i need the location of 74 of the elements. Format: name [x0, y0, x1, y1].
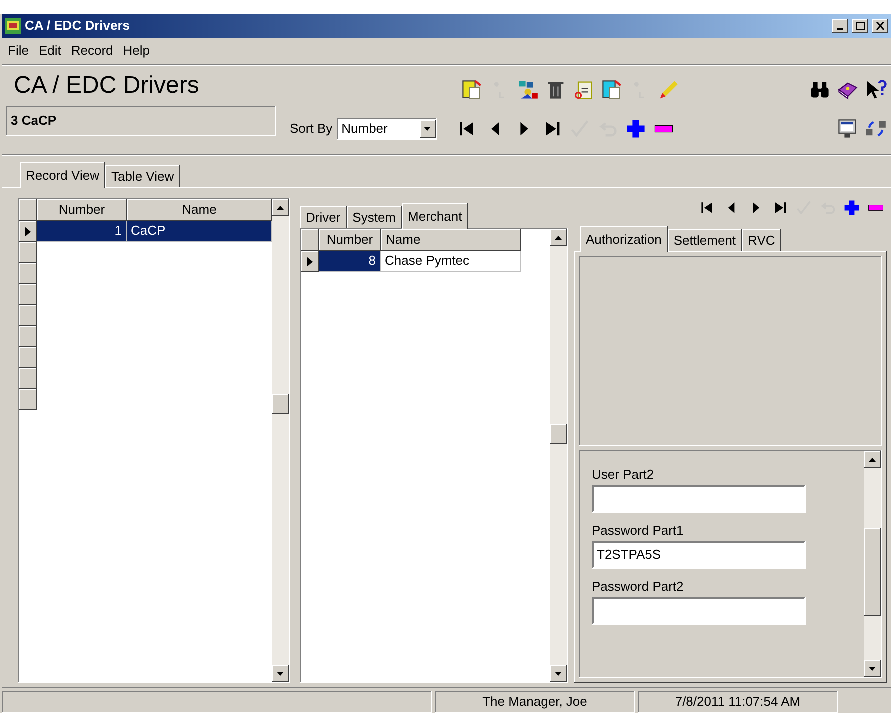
network-icon[interactable]: [517, 79, 539, 101]
close-icon: [876, 22, 884, 30]
status-panel: 7/8/2011 11:07:54 AM: [638, 691, 838, 713]
scroll-thumb[interactable]: [550, 424, 567, 444]
field-label: User Part2: [592, 466, 656, 484]
sort-dropdown[interactable]: Number: [336, 118, 437, 140]
minimize-button[interactable]: [832, 19, 848, 33]
input-field[interactable]: T2STPA5S: [592, 541, 806, 569]
scroll-up-button[interactable]: [550, 229, 567, 246]
column-header[interactable]: Name: [381, 229, 521, 251]
row-selector[interactable]: [19, 326, 37, 347]
close-button[interactable]: [872, 19, 888, 33]
document-icon[interactable]: [461, 79, 483, 101]
table-cell: 8: [319, 251, 381, 272]
plus-icon[interactable]: [843, 199, 861, 217]
down-arrow-icon: [424, 127, 432, 131]
monitor-icon[interactable]: [837, 118, 859, 140]
scroll-thumb[interactable]: [272, 394, 289, 414]
tab[interactable]: Settlement: [668, 229, 742, 251]
down-arrow-icon: [869, 666, 876, 670]
scroll-up-button[interactable]: [272, 199, 289, 216]
document-copy-icon[interactable]: [601, 79, 623, 101]
field-label: Password Part2: [592, 578, 685, 596]
table-cell: 1: [37, 221, 127, 242]
field-label: Password Part1: [592, 522, 685, 540]
row-selector[interactable]: [19, 221, 37, 242]
table-cell: Chase Pymtec: [381, 251, 521, 272]
tab[interactable]: System: [346, 206, 402, 228]
scroll-down-button[interactable]: [550, 665, 567, 682]
tab[interactable]: Merchant: [402, 203, 468, 229]
menu-item[interactable]: File: [8, 41, 29, 61]
row-selector[interactable]: [19, 284, 37, 305]
form-title: CA / EDC Drivers: [13, 71, 200, 101]
menu-item[interactable]: Record: [71, 41, 114, 61]
current-record-display: 3 CaCP: [6, 106, 276, 136]
input-field[interactable]: [592, 485, 806, 513]
column-header[interactable]: Name: [127, 199, 272, 221]
sort-label: Sort By: [290, 120, 333, 138]
scroll-down-button[interactable]: [272, 665, 289, 682]
clipboard-icon[interactable]: [573, 79, 595, 101]
table-cell: CaCP: [127, 221, 272, 242]
plus-icon[interactable]: [624, 118, 647, 140]
down-arrow-icon: [277, 672, 284, 676]
app-icon: [5, 18, 21, 34]
status-panel: The Manager, Joe: [435, 691, 635, 713]
maximize-icon: [856, 22, 864, 30]
row-selector[interactable]: [19, 389, 37, 410]
row-selector[interactable]: [19, 368, 37, 389]
dropdown-button[interactable]: [420, 120, 436, 138]
tab[interactable]: Authorization: [580, 226, 668, 252]
column-header[interactable]: Number: [37, 199, 127, 221]
down-arrow-icon: [555, 672, 562, 676]
scroll-thumb[interactable]: [864, 528, 881, 616]
row-selector[interactable]: [301, 251, 319, 272]
up-arrow-icon: [277, 206, 284, 210]
row-selector[interactable]: [19, 263, 37, 284]
row-selector[interactable]: [19, 347, 37, 368]
menu-item[interactable]: Help: [123, 41, 150, 61]
help-icon[interactable]: [865, 79, 887, 101]
tab[interactable]: Driver: [300, 206, 347, 228]
up-arrow-icon: [869, 458, 876, 462]
row-selector[interactable]: [19, 242, 37, 263]
input-field[interactable]: [592, 597, 806, 625]
menu-item[interactable]: Edit: [38, 41, 62, 61]
tab[interactable]: Table View: [105, 165, 180, 187]
scroll-up-button[interactable]: [864, 451, 881, 468]
window-title: CA / EDC Drivers: [25, 17, 131, 36]
scroll-down-button[interactable]: [864, 660, 881, 677]
tab[interactable]: Record View: [20, 162, 106, 188]
maximize-button[interactable]: [852, 19, 868, 33]
row-selector[interactable]: [19, 305, 37, 326]
up-arrow-icon: [555, 236, 562, 240]
column-header[interactable]: Number: [319, 229, 381, 251]
tab[interactable]: RVC: [742, 229, 782, 251]
